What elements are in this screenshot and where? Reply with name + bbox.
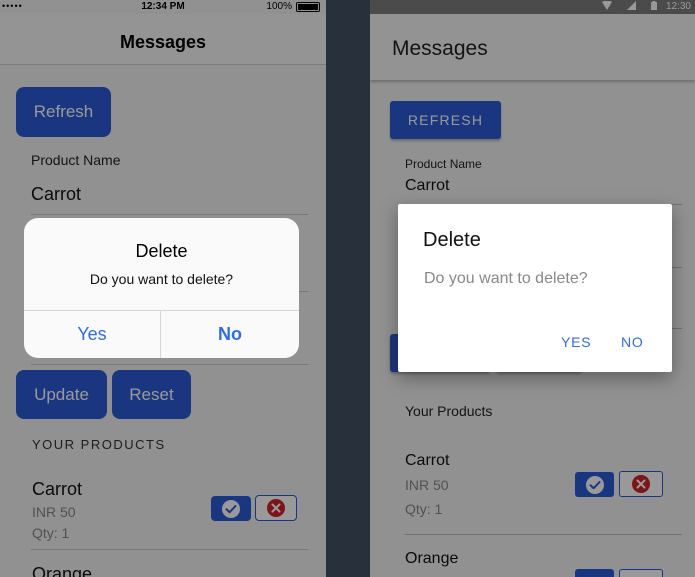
dialog-yes-button[interactable]: Yes	[24, 311, 160, 358]
dialog-message: Do you want to delete?	[89, 271, 234, 287]
ios-screen: ••••• 12:34 PM 100% Messages Refresh Pro…	[0, 0, 326, 577]
dialog-no-button[interactable]: No	[161, 311, 299, 358]
screen-gap	[326, 0, 370, 577]
dialog-title: Delete	[423, 229, 481, 251]
dialog-no-button[interactable]: NO	[621, 334, 644, 350]
dialog-yes-button[interactable]: YES	[561, 334, 591, 350]
android-screen: 12:30 Messages REFRESH Product Name Carr…	[370, 0, 695, 577]
delete-alert-dialog: Delete Do you want to delete? Yes No	[24, 218, 299, 358]
dialog-title: Delete	[135, 241, 188, 261]
dialog-message: Do you want to delete?	[424, 270, 588, 287]
delete-alert-dialog: Delete Do you want to delete? YES NO	[398, 204, 672, 372]
